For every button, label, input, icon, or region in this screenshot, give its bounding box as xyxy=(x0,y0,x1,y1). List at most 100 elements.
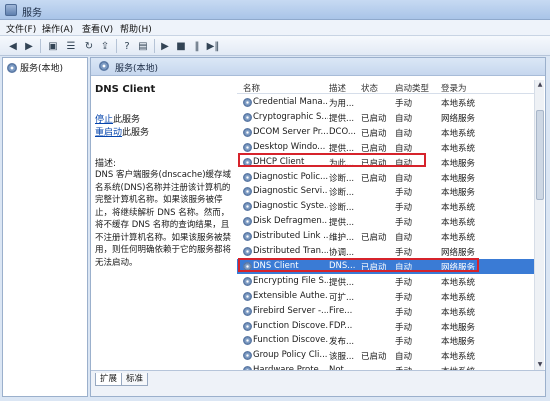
selected-service-name: DNS Client xyxy=(95,84,156,95)
cell-name: Group Policy Cli... xyxy=(253,350,328,361)
cell-logon: 本地系统 xyxy=(441,292,476,303)
cell-logon: 本地系统 xyxy=(441,307,476,318)
service-gear-icon xyxy=(243,291,252,301)
column-header-startup-type[interactable]: 启动类型 xyxy=(395,82,429,94)
cell-name: Credential Mana... xyxy=(253,97,328,107)
menu-help[interactable]: 帮助(H) xyxy=(120,22,152,35)
cell-logon: 本地系统 xyxy=(441,233,476,244)
service-gear-icon xyxy=(243,98,252,107)
stop-suffix-text: 此服务 xyxy=(113,115,141,125)
view-tabs: 扩展 标准 xyxy=(91,370,545,396)
dns-client-highlight xyxy=(238,258,479,272)
table-row[interactable]: Hardware Prote...Not...手动本地系统 xyxy=(237,363,534,370)
services-app-icon xyxy=(5,4,17,16)
table-row[interactable]: Diagnostic Polic... 诊断... 已启动 自动 本地服务 xyxy=(237,170,534,185)
refresh-icon[interactable]: ↻ xyxy=(82,39,96,53)
cell-desc: 提供... xyxy=(329,277,355,288)
cell-startup: 手动 xyxy=(395,277,413,288)
table-row[interactable]: Diagnostic Servi... 诊断... 手动 本地服务 xyxy=(237,184,534,199)
cell-desc: Fire... xyxy=(329,305,353,316)
stop-service-link[interactable]: 停止 xyxy=(95,115,113,125)
cell-logon: 本地服务 xyxy=(441,322,476,333)
cell-desc: 该服... xyxy=(329,352,355,363)
column-header-status[interactable]: 状态 xyxy=(361,82,378,94)
service-gear-icon xyxy=(243,172,252,182)
cell-name: DCOM Server Pr... xyxy=(253,126,328,137)
vertical-scrollbar[interactable]: ▲ ▼ xyxy=(534,80,544,370)
cell-startup: 自动 xyxy=(395,352,413,363)
services-gear-icon xyxy=(99,61,109,71)
column-header-description[interactable]: 描述 xyxy=(329,82,346,94)
table-row[interactable]: Function Discove... FDP... 手动 本地服务 xyxy=(237,319,534,334)
service-gear-icon xyxy=(243,276,252,286)
table-row[interactable]: Firebird Server -... Fire... 手动 本地系统 xyxy=(237,304,534,319)
menu-file[interactable]: 文件(F) xyxy=(6,22,36,35)
table-row[interactable]: Distributed Link ... 维护... 已启动 自动 本地系统 xyxy=(237,229,534,244)
service-gear-icon xyxy=(243,142,252,152)
toolbar: ◀ ▶ ▣ ☰ ↻ ⇪ ? ▤ ▶ ■ ‖ ▶‖ xyxy=(0,36,550,56)
service-gear-icon xyxy=(243,306,252,316)
table-row[interactable]: DCOM Server Pr... DCO... 已启动 自动 本地系统 xyxy=(237,125,534,140)
cell-startup: 手动 xyxy=(395,99,413,109)
properties-icon[interactable]: ▤ xyxy=(136,39,150,53)
list-icon[interactable]: ☰ xyxy=(64,39,78,53)
cell-desc: DCO... xyxy=(329,126,356,137)
scrollbar-thumb[interactable] xyxy=(536,110,544,200)
cell-startup: 手动 xyxy=(395,188,413,199)
table-row[interactable]: Extensible Authe... 可扩... 手动 本地系统 xyxy=(237,289,534,304)
cell-startup: 手动 xyxy=(395,322,413,333)
menu-view[interactable]: 查看(V) xyxy=(82,22,113,35)
cell-logon: 本地系统 xyxy=(441,99,476,109)
cell-name: Distributed Tran... xyxy=(253,246,328,256)
cell-startup: 手动 xyxy=(395,337,413,348)
table-row[interactable]: Disk Defragmen... 提供... 手动 本地系统 xyxy=(237,214,534,229)
description-label: 描述: xyxy=(95,159,117,169)
export-icon[interactable]: ⇪ xyxy=(98,39,112,53)
table-row[interactable]: Credential Mana... 为用... 手动 本地系统 xyxy=(237,95,534,110)
help-icon[interactable]: ? xyxy=(120,39,134,53)
tab-extended[interactable]: 扩展 xyxy=(95,373,123,386)
cell-logon: 本地系统 xyxy=(441,143,476,154)
restart-icon[interactable]: ▶‖ xyxy=(206,39,220,53)
table-row[interactable]: Group Policy Cli... 该服... 已启动 自动 本地系统 xyxy=(237,348,534,363)
cell-logon: 本地服务 xyxy=(441,158,476,169)
cell-desc: FDP... xyxy=(329,320,353,331)
cell-desc: 诊断... xyxy=(329,203,355,214)
service-gear-icon xyxy=(243,127,252,137)
table-row[interactable]: Encrypting File S... 提供... 手动 本地系统 xyxy=(237,274,534,289)
start-icon[interactable]: ▶ xyxy=(158,39,172,53)
cell-logon: 本地系统 xyxy=(441,128,476,139)
scroll-up-icon[interactable]: ▲ xyxy=(535,80,545,90)
cell-startup: 自动 xyxy=(395,173,413,184)
pause-icon[interactable]: ‖ xyxy=(190,39,204,53)
restart-service-row: 重启动此服务 xyxy=(95,125,149,138)
restart-service-link[interactable]: 重启动 xyxy=(95,128,122,138)
scroll-down-icon[interactable]: ▼ xyxy=(535,360,545,370)
service-gear-icon xyxy=(243,351,252,361)
cell-startup: 自动 xyxy=(395,128,413,139)
cell-status: 已启动 xyxy=(361,173,387,184)
cell-logon: 本地服务 xyxy=(441,173,476,184)
tree-item-services-local[interactable]: 服务(本地) xyxy=(7,61,63,74)
cell-desc: 提供... xyxy=(329,113,355,124)
cell-logon: 本地系统 xyxy=(441,277,476,288)
cell-logon: 本地服务 xyxy=(441,337,476,348)
cell-name: Extensible Authe... xyxy=(253,290,328,301)
tab-standard[interactable]: 标准 xyxy=(121,373,149,386)
table-row[interactable]: Distributed Tran... 协调... 手动 网络服务 xyxy=(237,244,534,259)
back-arrow-icon[interactable]: ◀ xyxy=(6,39,20,53)
forward-arrow-icon[interactable]: ▶ xyxy=(22,39,36,53)
column-header-logon-as[interactable]: 登录为 xyxy=(441,82,467,94)
table-row[interactable]: Function Discove... 发布... 手动 本地服务 xyxy=(237,333,534,348)
table-row[interactable]: Cryptographic S... 提供... 已启动 自动 网络服务 xyxy=(237,110,534,125)
column-header-name[interactable]: 名称 xyxy=(243,82,260,94)
table-row[interactable]: Diagnostic Syste... 诊断... 手动 本地系统 xyxy=(237,199,534,214)
cell-desc: 提供... xyxy=(329,218,355,229)
dhcp-client-highlight xyxy=(238,153,426,167)
menu-action[interactable]: 操作(A) xyxy=(42,22,73,35)
cell-startup: 自动 xyxy=(395,113,413,124)
console-tree-icon[interactable]: ▣ xyxy=(46,39,60,53)
cell-logon: 本地服务 xyxy=(441,188,476,199)
cell-startup: 手动 xyxy=(395,292,413,303)
stop-icon[interactable]: ■ xyxy=(174,39,188,53)
